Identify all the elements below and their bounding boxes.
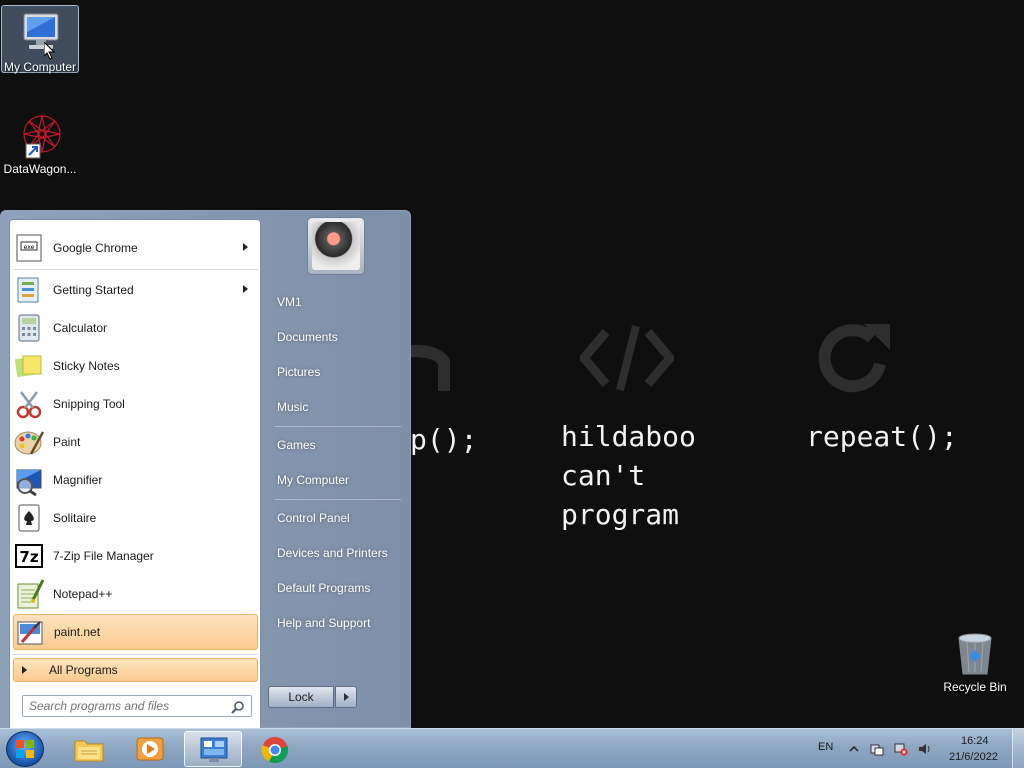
wallpaper-text-center: hildaboo can't program (561, 420, 696, 531)
all-programs-button[interactable]: All Programs (13, 658, 258, 682)
link-music[interactable]: Music (271, 392, 403, 422)
language-indicator[interactable]: EN (818, 741, 833, 753)
program-google-chrome[interactable]: exe Google Chrome (13, 230, 258, 266)
paintnet-icon (14, 616, 46, 648)
program-label: paint.net (54, 625, 101, 639)
volume-icon[interactable] (918, 742, 932, 756)
link-vm1[interactable]: VM1 (271, 287, 403, 317)
program-label: Getting Started (53, 283, 134, 297)
program-calculator[interactable]: Calculator (13, 310, 258, 346)
submenu-arrow-icon (243, 243, 248, 251)
start-menu-programs-pane: exe Google Chrome Getting Started Calcul… (9, 219, 261, 729)
pinned-separator (13, 269, 258, 270)
link-my-computer[interactable]: My Computer (271, 465, 403, 495)
getting-started-icon (13, 274, 45, 306)
taskbar-control-panel[interactable] (184, 731, 242, 767)
user-account-picture[interactable] (307, 217, 365, 275)
wallpaper-text-repeat: repeat(); (806, 420, 958, 453)
computer-icon (16, 10, 64, 58)
taskbar-google-chrome[interactable] (246, 731, 304, 767)
snipping-tool-icon (13, 388, 45, 420)
clock-date[interactable]: 21/6/2022 (949, 751, 998, 763)
show-hidden-icons-icon[interactable] (847, 742, 861, 756)
taskbar-media-player[interactable] (121, 731, 179, 767)
taskbar-windows-explorer[interactable] (60, 731, 118, 767)
search-programs-input[interactable] (23, 696, 218, 716)
program-label: Notepad++ (53, 587, 113, 601)
search-icon[interactable] (231, 700, 245, 714)
program-snipping-tool[interactable]: Snipping Tool (13, 386, 258, 422)
shutdown-options-arrow-button[interactable] (335, 686, 357, 708)
start-menu: exe Google Chrome Getting Started Calcul… (0, 210, 411, 729)
program-magnifier[interactable]: Magnifier (13, 462, 258, 498)
action-center-icon[interactable] (870, 742, 884, 756)
lock-button[interactable]: Lock (268, 686, 334, 708)
media-player-icon (136, 737, 164, 761)
program-label: Solitaire (53, 511, 97, 525)
desktop-icon-label: Recycle Bin (943, 680, 1007, 694)
7zip-icon: 7z (13, 540, 45, 572)
calculator-icon (13, 312, 45, 344)
program-notepadpp[interactable]: Notepad++ (13, 576, 258, 612)
program-paintnet[interactable]: paint.net (13, 614, 258, 650)
datawagon-icon (16, 112, 64, 160)
sticky-notes-icon (13, 350, 45, 382)
mouse-cursor-icon (44, 42, 56, 60)
start-button[interactable] (6, 731, 44, 767)
chrome-icon (261, 737, 289, 764)
recycle-bin-icon (951, 630, 999, 678)
search-programs-box[interactable] (22, 695, 252, 717)
program-solitaire[interactable]: Solitaire (13, 500, 258, 536)
program-sticky-notes[interactable]: Sticky Notes (13, 348, 258, 384)
windows-explorer-icon (74, 740, 104, 762)
desktop-icon-recycle-bin[interactable]: Recycle Bin (936, 630, 1014, 694)
link-pictures[interactable]: Pictures (271, 357, 403, 387)
desktop-icon-datawagon[interactable]: DataWagon... (1, 112, 79, 176)
svg-text:exe: exe (24, 244, 35, 251)
submenu-arrow-icon (243, 285, 248, 293)
repeat-icon (818, 324, 890, 393)
link-documents[interactable]: Documents (271, 322, 403, 352)
desktop-icon-label: My Computer (3, 60, 77, 74)
program-label: Calculator (53, 321, 108, 335)
code-brackets-icon (580, 325, 674, 391)
link-default-programs[interactable]: Default Programs (271, 573, 403, 603)
magnifier-icon (13, 464, 45, 497)
svg-text:7z: 7z (19, 548, 38, 566)
solitaire-icon (13, 502, 45, 534)
network-disconnected-icon[interactable] (894, 742, 908, 756)
right-pane-separator (275, 426, 401, 427)
all-programs-label: All Programs (49, 663, 118, 677)
all-programs-separator (13, 654, 258, 655)
taskbar: EN 16:24 21/6/2022 (0, 728, 1024, 768)
program-label: 7-Zip File Manager (53, 549, 154, 563)
desktop-icon-my-computer[interactable]: My Computer (1, 5, 79, 74)
start-menu-app-icon (200, 737, 228, 762)
program-getting-started[interactable]: Getting Started (13, 272, 258, 308)
link-control-panel[interactable]: Control Panel (271, 503, 403, 533)
clock-time[interactable]: 16:24 (961, 735, 989, 747)
wallpaper-text-loop: p(); (410, 423, 478, 456)
link-games[interactable]: Games (271, 430, 403, 460)
right-pane-separator (275, 499, 401, 500)
notepadpp-icon (13, 578, 45, 610)
chrome-icon: exe (13, 232, 45, 264)
link-devices-and-printers[interactable]: Devices and Printers (271, 538, 403, 568)
turntable-icon (312, 222, 360, 270)
program-7zip[interactable]: 7z 7-Zip File Manager (13, 538, 258, 574)
expand-arrow-icon (22, 666, 27, 674)
program-label: Paint (53, 435, 81, 449)
wallpaper-partial-icon (410, 344, 450, 391)
desktop-icon-label: DataWagon... (3, 162, 77, 176)
program-label: Sticky Notes (53, 359, 120, 373)
windows-logo-icon (16, 740, 34, 758)
link-help-and-support[interactable]: Help and Support (271, 608, 403, 638)
show-desktop-button[interactable] (1012, 729, 1024, 768)
paint-icon (13, 426, 45, 458)
program-paint[interactable]: Paint (13, 424, 258, 460)
program-label: Google Chrome (53, 241, 138, 255)
program-label: Snipping Tool (53, 397, 125, 411)
program-label: Magnifier (53, 473, 103, 487)
